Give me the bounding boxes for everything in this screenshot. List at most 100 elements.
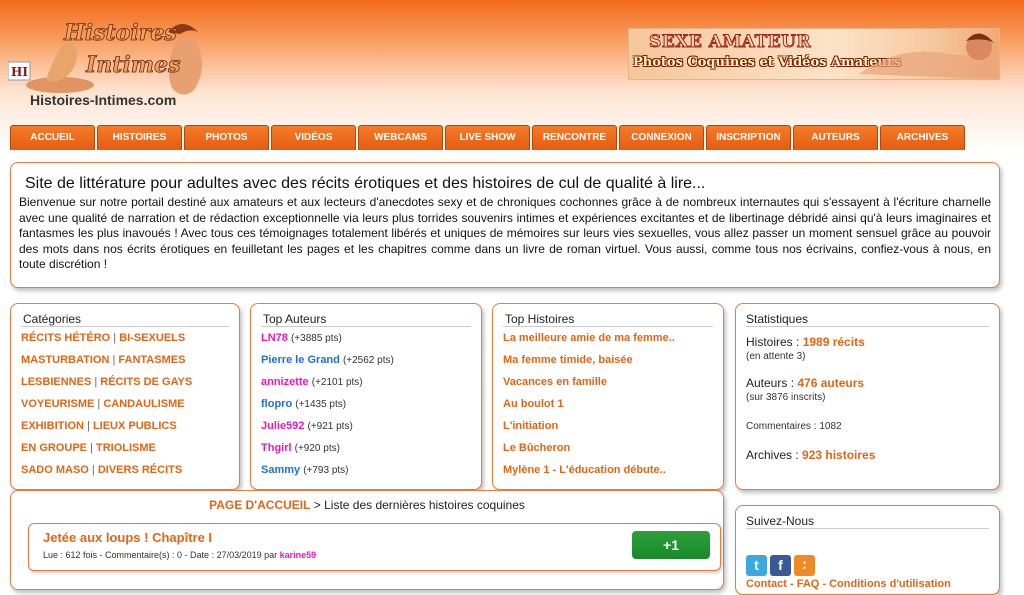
stats-archives-link[interactable]: 923 histoires — [802, 448, 875, 462]
story-author-link[interactable]: karine59 — [280, 550, 317, 560]
author-link[interactable]: flopro — [261, 398, 292, 410]
category-link[interactable]: RÉCITS HÉTÉRO — [21, 332, 110, 344]
story-link[interactable]: Ma femme timide, baisée — [493, 349, 723, 371]
ad-illustration — [859, 33, 999, 79]
author-points: (+921 pts) — [307, 421, 353, 432]
nav-archives[interactable]: ARCHIVES — [880, 125, 965, 150]
stats-title: Statistiques — [746, 312, 809, 326]
story-link[interactable]: Vacances en famille — [493, 371, 723, 393]
nav-live-show[interactable]: LIVE SHOW — [445, 125, 530, 150]
author-link[interactable]: Julie592 — [261, 420, 304, 432]
follow-title: Suivez-Nous — [746, 514, 815, 528]
story-link[interactable]: Le Bûcheron — [493, 437, 723, 459]
categories-title: Catégories — [23, 312, 82, 326]
category-row: MASTURBATION | FANTASMES — [21, 354, 186, 366]
author-points: (+3885 pts) — [290, 333, 342, 344]
stats-archives: Archives : 923 histoires — [736, 448, 999, 462]
stats-label: Auteurs : — [746, 376, 798, 390]
author-link[interactable]: LN78 — [261, 332, 288, 344]
rss-icon[interactable]: ∶ — [794, 555, 815, 576]
top-stories-title: Top Histoires — [505, 312, 575, 326]
story-link[interactable]: Mylène 1 - L'éducation débute.. — [493, 459, 723, 481]
vote-button[interactable]: +1 — [632, 531, 710, 559]
footer-links[interactable]: Contact - FAQ - Conditions d'utilisation — [746, 578, 951, 590]
category-link[interactable]: BI-SEXUELS — [119, 332, 185, 344]
category-link[interactable]: TRIOLISME — [96, 442, 156, 454]
author-link[interactable]: Thgirl — [261, 442, 292, 454]
stats-histoires: Histoires : 1989 récits — [736, 335, 999, 349]
top-authors-title: Top Auteurs — [263, 312, 327, 326]
category-row: EN GROUPE | TRIOLISME — [21, 442, 156, 454]
nav-connexion[interactable]: CONNEXION — [619, 125, 704, 150]
category-link[interactable]: LESBIENNES — [21, 376, 91, 388]
category-link[interactable]: RÉCITS DE GAYS — [100, 376, 192, 388]
category-link[interactable]: EN GROUPE — [21, 442, 87, 454]
story-link[interactable]: Au boulot 1 — [493, 393, 723, 415]
author-link[interactable]: Pierre le Grand — [261, 354, 340, 366]
ad-title: SEXE AMATEUR — [648, 32, 812, 53]
stats-auteurs-link[interactable]: 476 auteurs — [797, 376, 864, 390]
stats-label: Archives : — [746, 448, 803, 462]
story-card: Jetée aux loups ! Chapître I Lue : 612 f… — [28, 523, 721, 571]
twitter-icon[interactable]: t — [746, 555, 767, 576]
nav-inscription[interactable]: INSCRIPTION — [706, 125, 791, 150]
author-points: (+793 pts) — [303, 465, 349, 476]
author-points: (+2562 pts) — [342, 355, 394, 366]
stats-commentaires: Commentaires : 1082 — [746, 421, 842, 432]
categories-panel: Catégories RÉCITS HÉTÉRO | BI-SEXUELS MA… — [10, 303, 240, 490]
story-meta-text: Lue : 612 fois - Commentaire(s) : 0 - Da… — [43, 550, 280, 560]
logo-line1: Histoires — [63, 20, 177, 46]
author-row: annizette (+2101 pts) — [251, 371, 481, 393]
category-link[interactable]: FANTASMES — [118, 354, 185, 366]
category-link[interactable]: LIEUX PUBLICS — [93, 420, 177, 432]
author-points: (+2101 pts) — [311, 377, 363, 388]
category-row: RÉCITS HÉTÉRO | BI-SEXUELS — [21, 332, 186, 344]
breadcrumb-home-link[interactable]: PAGE D'ACCUEIL — [209, 498, 310, 512]
author-row: Thgirl (+920 pts) — [251, 437, 481, 459]
logo-line2: Intimes — [85, 52, 180, 78]
authors-list: LN78 (+3885 pts) Pierre le Grand (+2562 p… — [251, 327, 481, 481]
divider — [746, 528, 989, 529]
follow-panel: Suivez-Nous t f ∶ Contact - FAQ - Condit… — [735, 505, 1000, 595]
story-meta: Lue : 612 fois - Commentaire(s) : 0 - Da… — [43, 550, 316, 560]
facebook-icon[interactable]: f — [770, 555, 791, 576]
category-row: EXHIBITION | LIEUX PUBLICS — [21, 420, 177, 432]
nav-videos[interactable]: VIDÉOS — [271, 125, 356, 150]
social-links: t f ∶ — [746, 555, 815, 576]
story-title-link[interactable]: Jetée aux loups ! Chapître I — [43, 530, 212, 545]
category-link[interactable]: MASTURBATION — [21, 354, 109, 366]
ad-banner[interactable]: SEXE AMATEUR Photos Coquines et Vidéos A… — [628, 28, 1000, 80]
author-row: Julie592 (+921 pts) — [251, 415, 481, 437]
category-link[interactable]: DIVERS RÉCITS — [98, 464, 182, 476]
author-row: Sammy (+793 pts) — [251, 459, 481, 481]
nav-photos[interactable]: PHOTOS — [184, 125, 269, 150]
author-row: Pierre le Grand (+2562 pts) — [251, 349, 481, 371]
category-row: SADO MASO | DIVERS RÉCITS — [21, 464, 183, 476]
author-row: LN78 (+3885 pts) — [251, 327, 481, 349]
category-link[interactable]: VOYEURISME — [21, 398, 94, 410]
intro-title: Site de littérature pour adultes avec de… — [25, 175, 706, 192]
story-link[interactable]: L'initiation — [493, 415, 723, 437]
nav-webcams[interactable]: WEBCAMS — [358, 125, 443, 150]
intro-text: Bienvenue sur notre portail destiné aux … — [19, 195, 991, 271]
nav-auteurs[interactable]: AUTEURS — [793, 125, 878, 150]
stats-histoires-link[interactable]: 1989 récits — [803, 335, 865, 349]
site-name[interactable]: Histoires-Intimes.com — [30, 92, 176, 108]
category-link[interactable]: CANDAULISME — [103, 398, 184, 410]
author-points: (+1435 pts) — [295, 399, 347, 410]
author-link[interactable]: annizette — [261, 376, 309, 388]
nav-rencontre[interactable]: RENCONTRE — [532, 125, 617, 150]
stats-panel: Statistiques Histoires : 1989 récits (en… — [735, 303, 1000, 490]
story-link[interactable]: La meilleure amie de ma femme.. — [493, 327, 723, 349]
nav-histoires[interactable]: HISTOIRES — [97, 125, 182, 150]
category-link[interactable]: EXHIBITION — [21, 420, 84, 432]
top-stories-panel: Top Histoires La meilleure amie de ma fe… — [492, 303, 724, 490]
nav-accueil[interactable]: ACCUEIL — [10, 125, 95, 150]
author-points: (+920 pts) — [294, 443, 340, 454]
author-link[interactable]: Sammy — [261, 464, 300, 476]
category-row: LESBIENNES | RÉCITS DE GAYS — [21, 376, 193, 388]
stats-auteurs: Auteurs : 476 auteurs — [736, 376, 999, 390]
category-link[interactable]: SADO MASO — [21, 464, 89, 476]
intro-panel: Site de littérature pour adultes avec de… — [10, 162, 1000, 288]
breadcrumb: PAGE D'ACCUEIL > Liste des dernières his… — [11, 498, 723, 512]
